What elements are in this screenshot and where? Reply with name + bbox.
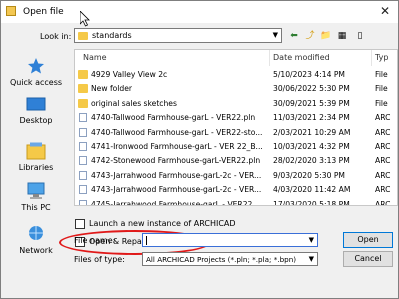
preview-icon[interactable]: ▯ xyxy=(353,29,367,43)
launch-new-instance-checkbox[interactable] xyxy=(75,219,85,229)
chevron-down-icon: ▼ xyxy=(308,255,314,263)
folder-icon xyxy=(78,32,88,40)
file-row[interactable]: 4741-Ironwood Farmhouse-garL - VER 22_B.… xyxy=(75,140,397,153)
library-icon xyxy=(26,142,46,160)
file-name: 4740-Tallwood Farmhouse-garL - VER22-sto… xyxy=(91,127,263,137)
look-in-dropdown[interactable]: standards ▼ xyxy=(74,28,282,43)
column-divider[interactable] xyxy=(371,50,372,66)
look-in-label: Look in: xyxy=(40,32,72,41)
file-type: ARC xyxy=(375,185,391,195)
file-type: ARC xyxy=(375,156,391,166)
up-folder-icon[interactable]: ⤴ xyxy=(303,29,317,43)
chevron-down-icon: ▼ xyxy=(272,31,278,39)
file-date: 30/06/2022 5:30 PM xyxy=(273,84,350,94)
star-icon xyxy=(28,58,44,74)
file-date: 17/03/2020 5:18 PM xyxy=(273,199,350,206)
file-name-input[interactable]: ▼ xyxy=(142,233,318,247)
place-label: Desktop xyxy=(19,116,53,125)
dialog-title: Open file xyxy=(23,7,64,17)
file-row[interactable]: New folder 30/06/2022 5:30 PM File xyxy=(75,82,397,95)
file-type-label: Files of type: xyxy=(74,255,125,264)
file-date: 9/03/2020 5:30 PM xyxy=(273,170,345,180)
file-type: File xyxy=(375,98,388,108)
file-type: File xyxy=(375,70,388,79)
network-icon xyxy=(29,226,43,240)
look-in-value: standards xyxy=(92,31,132,40)
document-icon xyxy=(79,156,87,166)
folder-icon xyxy=(78,84,88,94)
file-name: New folder xyxy=(91,84,133,94)
file-row[interactable]: 4929 Valley View 2c 5/10/2023 4:14 PM File xyxy=(75,68,397,81)
file-list[interactable]: Name Date modified Typ 4929 Valley View … xyxy=(74,49,398,206)
file-name: 4743-Jarrahwood Farmhouse-garL-2c - VER.… xyxy=(91,170,262,180)
title-bar: Open file ✕ xyxy=(1,1,398,23)
column-header-name[interactable]: Name xyxy=(83,50,107,66)
open-button[interactable]: Open xyxy=(343,232,393,248)
back-icon[interactable]: ⬅ xyxy=(287,29,301,43)
file-row[interactable]: 4743-Jarrahwood Farmhouse-garL-2c - VER.… xyxy=(75,169,397,182)
column-header-type[interactable]: Typ xyxy=(375,50,388,66)
file-type: ARC xyxy=(375,170,391,180)
file-row[interactable]: original sales sketches 30/09/2021 5:39 P… xyxy=(75,97,397,110)
file-name: original sales sketches xyxy=(91,98,177,108)
folder-icon xyxy=(78,70,88,79)
file-name: 4740-Tallwood Farmhouse-garL - VER22.pln xyxy=(91,113,256,123)
mouse-cursor-icon xyxy=(80,11,90,27)
open-file-dialog: Open file ✕ Look in: standards ▼ ⬅ ⤴ 📁 ▦… xyxy=(0,0,399,299)
view-menu-icon[interactable]: ▦ xyxy=(335,29,349,43)
file-date: 11/03/2021 2:34 PM xyxy=(273,113,350,123)
folder-icon xyxy=(78,98,88,108)
file-row[interactable]: 4743-Jarrahwood Farmhouse-garL-2c - VER.… xyxy=(75,183,397,196)
new-folder-icon[interactable]: 📁 xyxy=(319,29,333,43)
document-icon xyxy=(79,127,87,137)
file-date: 4/03/2020 11:42 AM xyxy=(273,185,351,195)
file-type: ARC xyxy=(375,113,391,123)
chevron-down-icon[interactable]: ▼ xyxy=(309,236,314,244)
file-row[interactable]: 4745-Jarrahwood Farmhouse-garL - VER22..… xyxy=(75,198,397,206)
file-name-label: File name: xyxy=(74,236,116,245)
file-row[interactable]: 4742-Stonewood Farmhouse-garL-VER22.pln 2… xyxy=(75,154,397,167)
document-icon xyxy=(79,185,87,195)
text-caret xyxy=(146,236,147,245)
file-type: ARC xyxy=(375,127,391,137)
desktop-icon xyxy=(26,97,46,111)
place-this-pc[interactable]: This PC xyxy=(3,182,69,212)
file-type: ARC xyxy=(375,199,391,206)
place-label: Libraries xyxy=(18,163,54,172)
file-date: 2/03/2021 10:29 AM xyxy=(273,127,351,137)
place-quick-access[interactable]: Quick access xyxy=(3,57,69,87)
file-name: 4742-Stonewood Farmhouse-garL-VER22.pln xyxy=(91,156,261,166)
document-icon xyxy=(79,170,87,180)
file-date: 10/03/2021 4:32 PM xyxy=(273,142,350,151)
file-type: ARC xyxy=(375,142,391,151)
place-libraries[interactable]: Libraries xyxy=(3,142,69,172)
file-date: 28/02/2020 3:13 PM xyxy=(273,156,350,166)
place-label: Network xyxy=(19,246,53,255)
places-bar: Quick access Desktop Libraries This PC N… xyxy=(1,47,71,269)
file-row[interactable]: 4740-Tallwood Farmhouse-garL - VER22.pln… xyxy=(75,111,397,124)
file-date: 30/09/2021 5:39 PM xyxy=(273,98,350,108)
file-type-dropdown[interactable]: All ARCHICAD Projects (*.pln; *.pla; *.b… xyxy=(142,252,318,266)
place-label: Quick access xyxy=(9,78,63,87)
close-icon[interactable]: ✕ xyxy=(380,4,390,18)
column-header-date[interactable]: Date modified xyxy=(273,50,330,66)
column-divider[interactable] xyxy=(269,50,270,66)
file-name: 4741-Ironwood Farmhouse-garL - VER 22_B.… xyxy=(91,142,263,151)
file-name: 4929 Valley View 2c xyxy=(91,70,168,79)
file-date: 5/10/2023 4:14 PM xyxy=(273,70,345,79)
document-icon xyxy=(79,142,87,151)
file-name: 4743-Jarrahwood Farmhouse-garL-2c - VER.… xyxy=(91,185,262,195)
file-type-value: All ARCHICAD Projects (*.pln; *.pla; *.b… xyxy=(146,255,297,264)
document-icon xyxy=(79,199,87,205)
cancel-button[interactable]: Cancel xyxy=(343,251,393,267)
file-row[interactable]: 4740-Tallwood Farmhouse-garL - VER22-sto… xyxy=(75,126,397,139)
folder-icon xyxy=(6,6,16,16)
document-icon xyxy=(79,113,87,123)
file-type: File xyxy=(375,84,388,94)
place-desktop[interactable]: Desktop xyxy=(3,97,69,125)
launch-new-instance-label: Launch a new instance of ARCHICAD xyxy=(89,219,236,228)
computer-icon xyxy=(27,182,45,199)
file-name: 4745-Jarrahwood Farmhouse-garL - VER22..… xyxy=(91,199,260,206)
place-label: This PC xyxy=(21,203,51,212)
